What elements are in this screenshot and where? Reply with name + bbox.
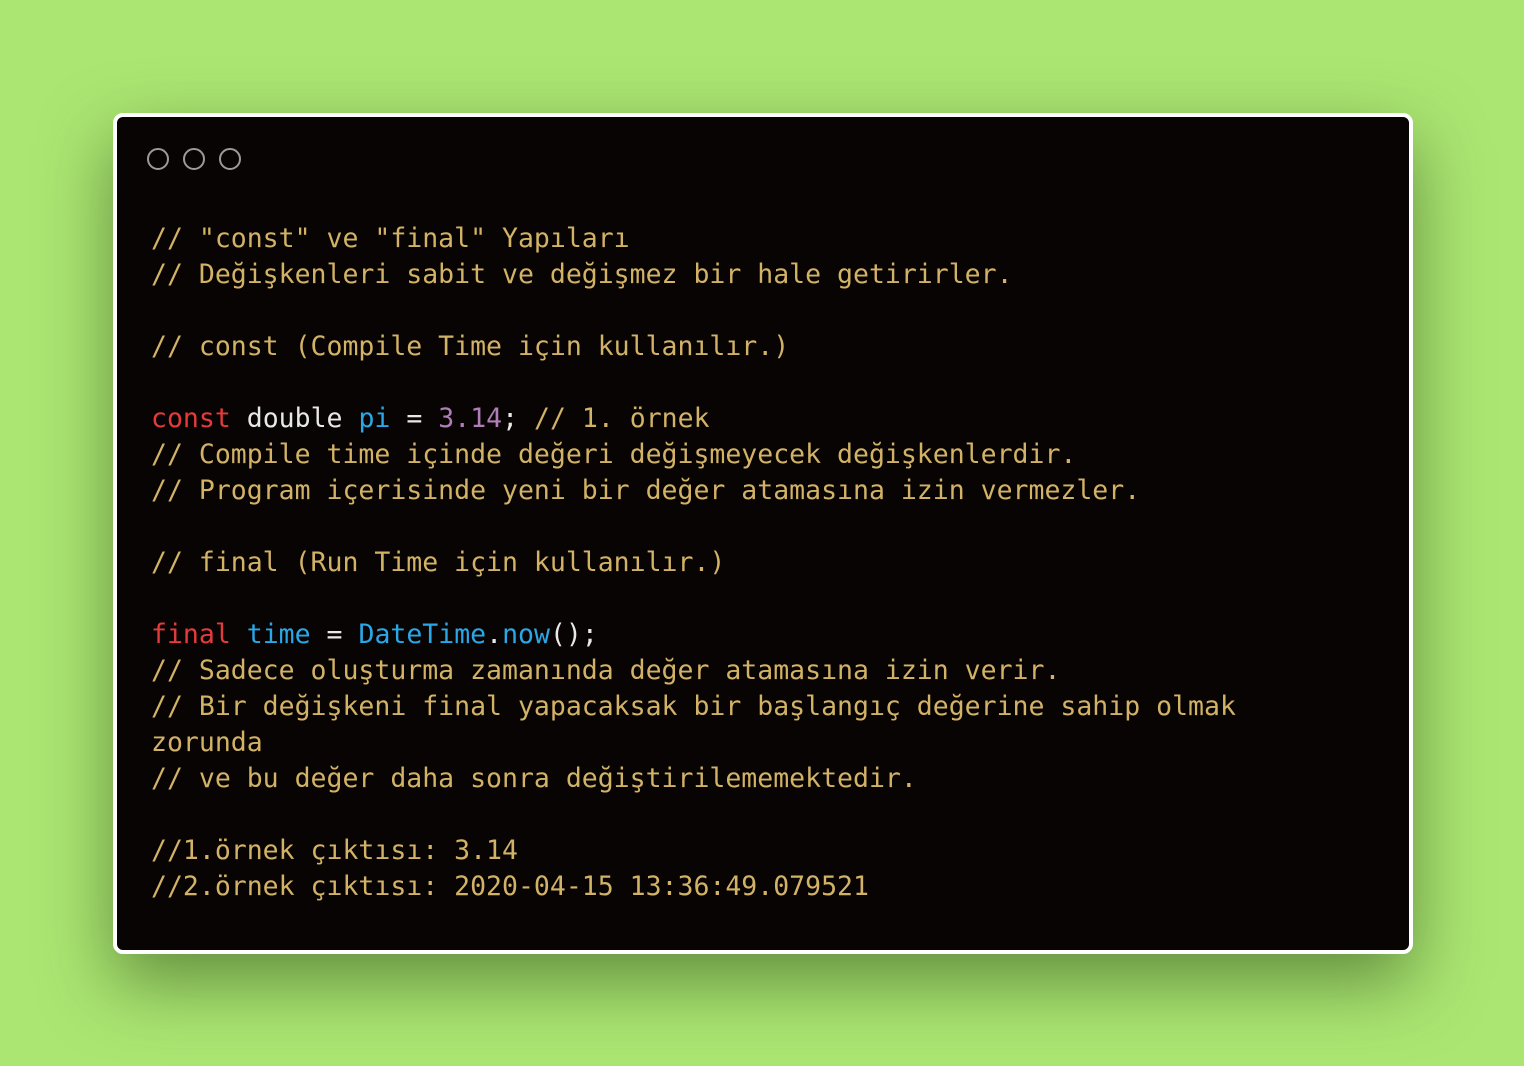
code-line-15: zorunda [151,727,263,758]
code-line-10: // final (Run Time için kullanılır.) [151,547,726,578]
code-block: // "const" ve "final" Yapıları // Değişke… [151,221,1236,905]
method-now: now [502,619,550,650]
identifier-time: time [246,619,311,650]
code-line-14: // Bir değişkeni final yapacaksak bir ba… [151,691,1236,722]
code-line-19: //2.örnek çıktısı: 2020-04-15 13:36:49.0… [151,871,869,902]
inline-comment: // 1. örnek [534,403,710,434]
code-line-13: // Sadece oluşturma zamanında değer atam… [151,655,1061,686]
operator-equals: = [326,619,343,650]
code-line-6: const double pi = 3.14; // 1. örnek [151,401,1236,437]
code-line-2: // Değişkenleri sabit ve değişmez bir ha… [151,259,1013,290]
identifier-pi: pi [358,403,391,434]
call-tail: (); [549,619,598,650]
code-line-8: // Program içerisinde yeni bir değer ata… [151,475,1141,506]
operator-equals: = [406,403,423,434]
semicolon: ; [502,403,519,434]
code-line-5-blank [151,365,1236,401]
keyword-final: final [151,619,231,650]
maximize-button[interactable] [219,148,241,170]
code-line-4: // const (Compile Time için kullanılır.) [151,331,790,362]
window-controls [147,148,241,170]
code-line-17-blank [151,797,1236,833]
minimize-button[interactable] [183,148,205,170]
dot-operator: . [486,619,503,650]
code-line-7: // Compile time içinde değeri değişmeyec… [151,439,1077,470]
code-line-12: final time = DateTime.now(); [151,617,1236,653]
close-button[interactable] [147,148,169,170]
class-datetime: DateTime [358,619,487,650]
type-double: double [246,403,343,434]
keyword-const: const [151,403,231,434]
number-literal: 3.14 [438,403,503,434]
code-line-18: //1.örnek çıktısı: 3.14 [151,835,518,866]
code-line-9-blank [151,509,1236,545]
code-line-11-blank [151,581,1236,617]
code-window: // "const" ve "final" Yapıları // Değişke… [113,113,1413,954]
code-line-3-blank [151,293,1236,329]
code-line-16: // ve bu değer daha sonra değiştirilemem… [151,763,917,794]
code-line-1: // "const" ve "final" Yapıları [151,223,630,254]
